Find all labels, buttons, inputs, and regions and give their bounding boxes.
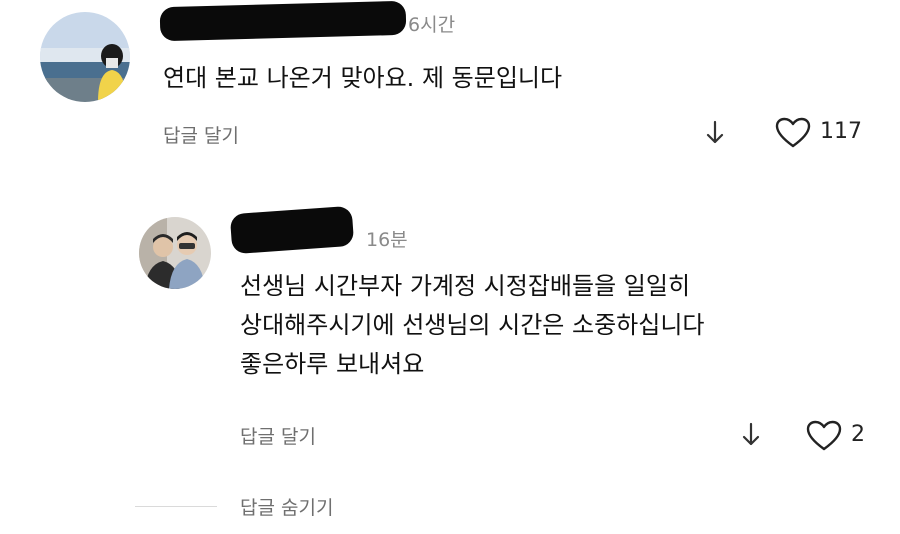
username-redacted bbox=[159, 0, 407, 42]
hide-replies-button[interactable]: 답글 숨기기 bbox=[240, 493, 333, 520]
heart-icon[interactable] bbox=[805, 418, 843, 454]
reply-text-line: 상대해주시기에 선생님의 시간은 소중하십니다 bbox=[240, 311, 705, 339]
reply-timestamp: 16분 bbox=[366, 229, 408, 251]
avatar[interactable] bbox=[139, 217, 211, 289]
comment-text: 연대 본교 나온거 맞아요. 제 동문입니다 bbox=[163, 64, 563, 92]
like-count: 2 bbox=[851, 422, 865, 447]
reply-button[interactable]: 답글 달기 bbox=[163, 121, 239, 148]
reply-button[interactable]: 답글 달기 bbox=[240, 422, 316, 449]
avatar[interactable] bbox=[40, 12, 130, 102]
reply-text: 선생님 시간부자 가계정 시정잡배들을 일일히 상대해주시기에 선생님의 시간은… bbox=[240, 267, 705, 384]
like-count: 117 bbox=[820, 119, 862, 144]
comment-timestamp: 6시간 bbox=[408, 14, 456, 36]
heart-icon[interactable] bbox=[774, 115, 812, 151]
down-arrow-icon[interactable] bbox=[702, 118, 728, 148]
hide-replies-divider bbox=[135, 506, 217, 507]
reply-text-line: 선생님 시간부자 가계정 시정잡배들을 일일히 bbox=[240, 272, 691, 300]
down-arrow-icon[interactable] bbox=[738, 420, 764, 450]
reply-text-line: 좋은하루 보내셔요 bbox=[240, 350, 425, 378]
username-redacted bbox=[229, 205, 355, 255]
